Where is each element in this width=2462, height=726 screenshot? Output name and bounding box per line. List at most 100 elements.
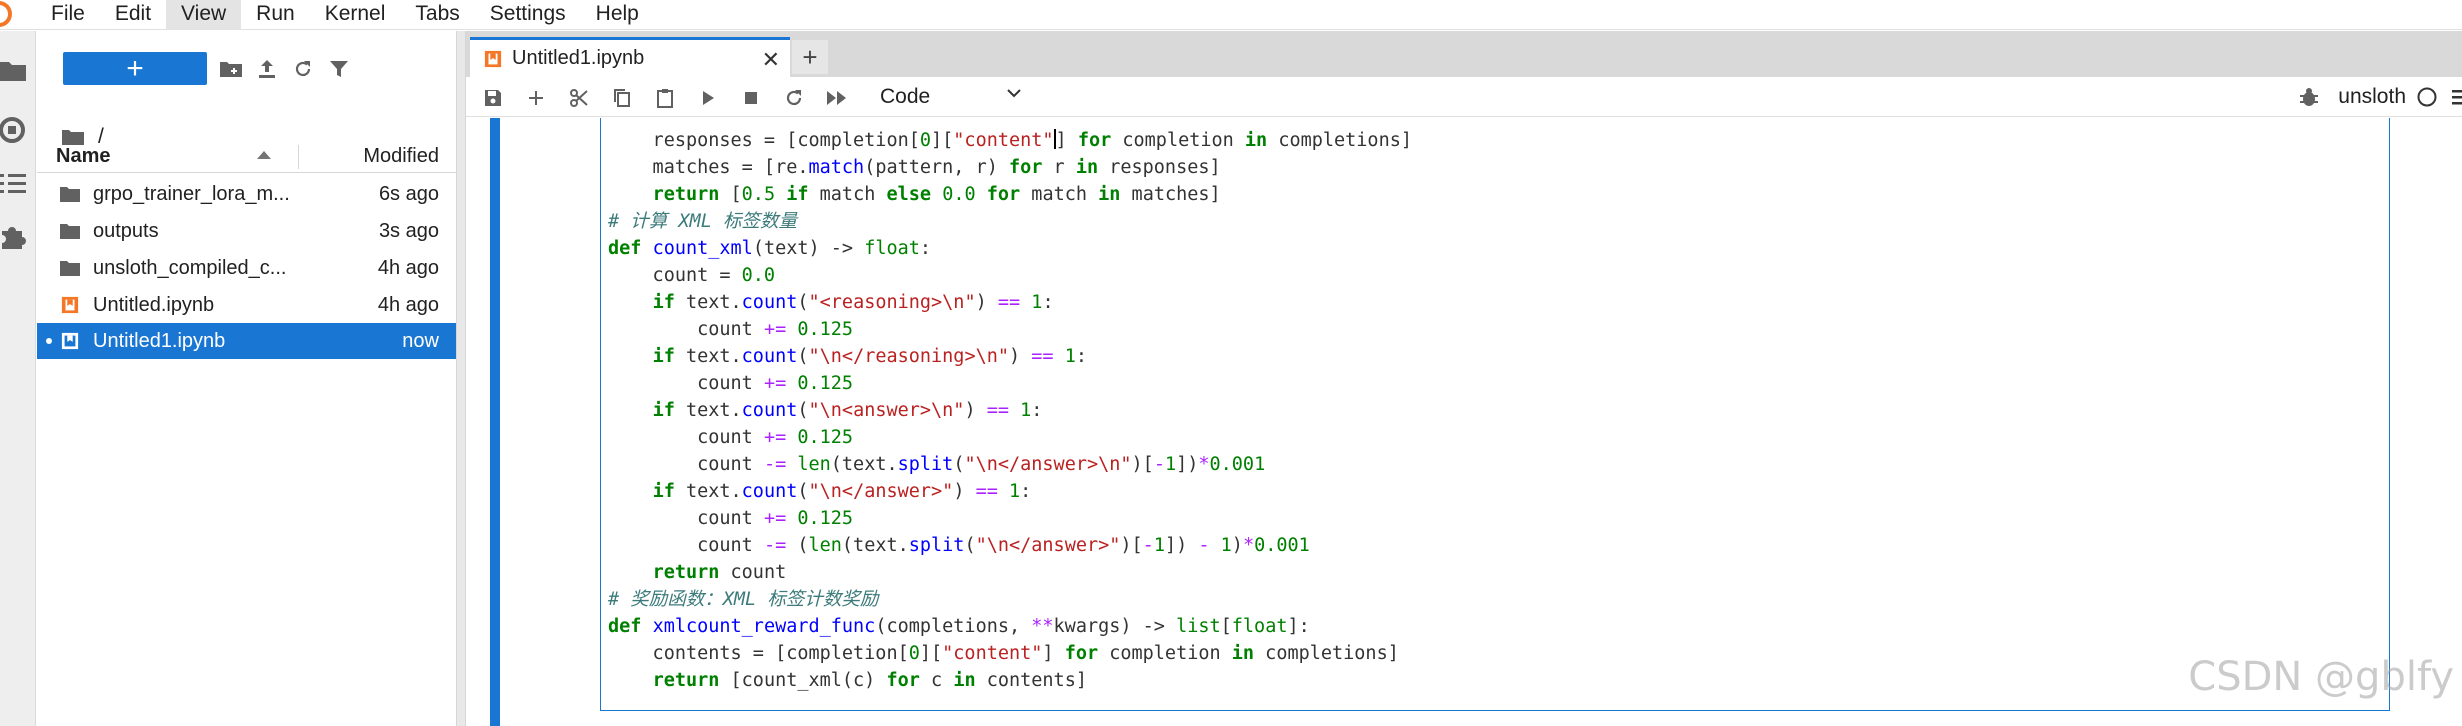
copy-icon[interactable] (609, 85, 635, 111)
running-indicator (46, 338, 52, 344)
folder-icon (60, 187, 80, 202)
file-browser: + / Name Modified grpo_trainer_lora_m...… (37, 31, 456, 726)
file-modified: 4h ago (377, 256, 439, 279)
file-name: Untitled1.ipynb (93, 329, 226, 352)
save-icon[interactable] (480, 85, 506, 111)
column-modified[interactable]: Modified (363, 145, 439, 168)
cell-type-select[interactable]: Code (880, 83, 1021, 111)
new-launcher-label: + (126, 52, 144, 85)
file-modified: 3s ago (378, 219, 439, 242)
file-row[interactable]: Untitled.ipynb 4h ago (37, 287, 456, 323)
menu-view[interactable]: View (166, 0, 242, 30)
code-line: contents = [completion[0]["content"] for… (608, 643, 1399, 664)
file-modified: 4h ago (377, 293, 439, 316)
menu-edit[interactable]: Edit (100, 0, 166, 30)
code-line: count += 0.125 (608, 427, 854, 448)
file-name: unsloth_compiled_c... (93, 256, 287, 279)
file-row[interactable]: grpo_trainer_lora_m... 6s ago (37, 176, 456, 212)
new-folder-icon[interactable] (217, 55, 245, 83)
menu-icon[interactable] (2450, 87, 2462, 107)
paste-icon[interactable] (652, 85, 678, 111)
next-cell-indicator (490, 722, 500, 726)
folder-icon[interactable] (0, 59, 36, 83)
code-line: # 奖励函数：XML 标签计数奖励 (608, 589, 879, 610)
kernel-idle-icon (2417, 87, 2437, 107)
menu-tabs[interactable]: Tabs (400, 0, 474, 30)
close-icon[interactable]: ✕ (762, 47, 780, 73)
menu-run[interactable]: Run (241, 0, 310, 30)
panel-splitter[interactable] (456, 31, 466, 726)
folder-icon (60, 261, 80, 276)
sort-ascending-icon (257, 151, 271, 159)
restart-icon[interactable] (781, 85, 807, 111)
menu-kernel[interactable]: Kernel (310, 0, 401, 30)
upload-icon[interactable] (253, 55, 281, 83)
jupyter-logo-icon (0, 0, 36, 30)
notebook-icon (61, 332, 79, 350)
notebook-icon (484, 50, 502, 68)
activity-bar (0, 31, 36, 726)
running-sessions-icon[interactable] (0, 115, 36, 145)
code-line: count = 0.0 (608, 265, 776, 286)
active-cell-indicator[interactable] (490, 118, 500, 726)
code-line: def count_xml(text) -> float: (608, 238, 932, 259)
code-line: matches = [re.match(pattern, r) for r in… (608, 157, 1221, 178)
code-line: def xmlcount_reward_func(completions, **… (608, 616, 1310, 637)
refresh-icon[interactable] (289, 55, 317, 83)
menu-settings[interactable]: Settings (475, 0, 581, 30)
file-name: outputs (93, 219, 159, 242)
code-line: return [count_xml(c) for c in contents] (652, 670, 1087, 691)
tab-bar: Untitled1.ipynb ✕ + (466, 31, 2462, 77)
cell-type-value: Code (880, 85, 931, 108)
file-row[interactable]: outputs 3s ago (37, 213, 456, 249)
code-line: count += 0.125 (608, 373, 854, 394)
main-area: Untitled1.ipynb ✕ + Code unsloth respons… (466, 31, 2462, 726)
menu-bar: File Edit View Run Kernel Tabs Settings … (0, 0, 2462, 30)
notebook-content: responses = [completion[0]["content"] fo… (466, 118, 2462, 726)
code-cell-editor[interactable]: responses = [completion[0]["content"] fo… (600, 118, 2390, 711)
code-line: if text.count("\n<answer>\n") == 1: (652, 400, 1043, 421)
file-row[interactable]: unsloth_compiled_c... 4h ago (37, 250, 456, 286)
table-of-contents-icon[interactable] (0, 171, 36, 197)
notebook-toolbar: Code unsloth (466, 77, 2462, 117)
code-line: if text.count("\n</reasoning>\n") == 1: (652, 346, 1087, 367)
filter-icon[interactable] (325, 55, 353, 83)
column-name[interactable]: Name (56, 145, 110, 168)
fast-forward-icon[interactable] (824, 85, 850, 111)
stop-icon[interactable] (738, 85, 764, 111)
run-icon[interactable] (695, 85, 721, 111)
code-line: # 计算 XML 标签数量 (608, 211, 797, 232)
code-line: return count (652, 562, 787, 583)
file-list-header: Name Modified (37, 141, 456, 173)
file-modified: now (402, 329, 439, 352)
file-name: grpo_trainer_lora_m... (93, 182, 290, 205)
code-line: count -= (len(text.split("\n</answer>")[… (608, 535, 1310, 556)
file-name: Untitled.ipynb (93, 293, 215, 316)
debugger-bug-icon[interactable] (2298, 86, 2320, 108)
new-launcher-button[interactable]: + (63, 52, 207, 85)
code-line: if text.count("\n</answer>") == 1: (652, 481, 1032, 502)
menu-help[interactable]: Help (581, 0, 654, 30)
kernel-name[interactable]: unsloth (2338, 85, 2406, 109)
cut-icon[interactable] (566, 85, 592, 111)
file-modified: 6s ago (378, 182, 439, 205)
notebook-icon (61, 296, 79, 314)
add-cell-icon[interactable] (523, 85, 549, 111)
file-row-selected[interactable]: Untitled1.ipynb now (37, 323, 456, 359)
extensions-puzzle-icon[interactable] (0, 221, 36, 251)
code-line: responses = [completion[0]["content"] fo… (608, 129, 1412, 151)
folder-icon (60, 224, 80, 239)
tab-label: Untitled1.ipynb (512, 47, 645, 69)
code-line: count -= len(text.split("\n</answer>\n")… (608, 454, 1266, 475)
kernel-status: unsloth (2298, 83, 2462, 111)
code-line: return [0.5 if match else 0.0 for match … (652, 184, 1221, 205)
watermark: CSDN @gblfy (2188, 654, 2454, 700)
new-tab-button[interactable]: + (792, 40, 828, 74)
tab-untitled1[interactable]: Untitled1.ipynb ✕ (470, 37, 790, 77)
column-divider[interactable] (298, 145, 299, 169)
code-line: if text.count("<reasoning>\n") == 1: (652, 292, 1054, 313)
code-line: count += 0.125 (608, 319, 854, 340)
chevron-down-icon (1007, 89, 1021, 98)
menu-file[interactable]: File (36, 0, 100, 30)
code-line: count += 0.125 (608, 508, 854, 529)
